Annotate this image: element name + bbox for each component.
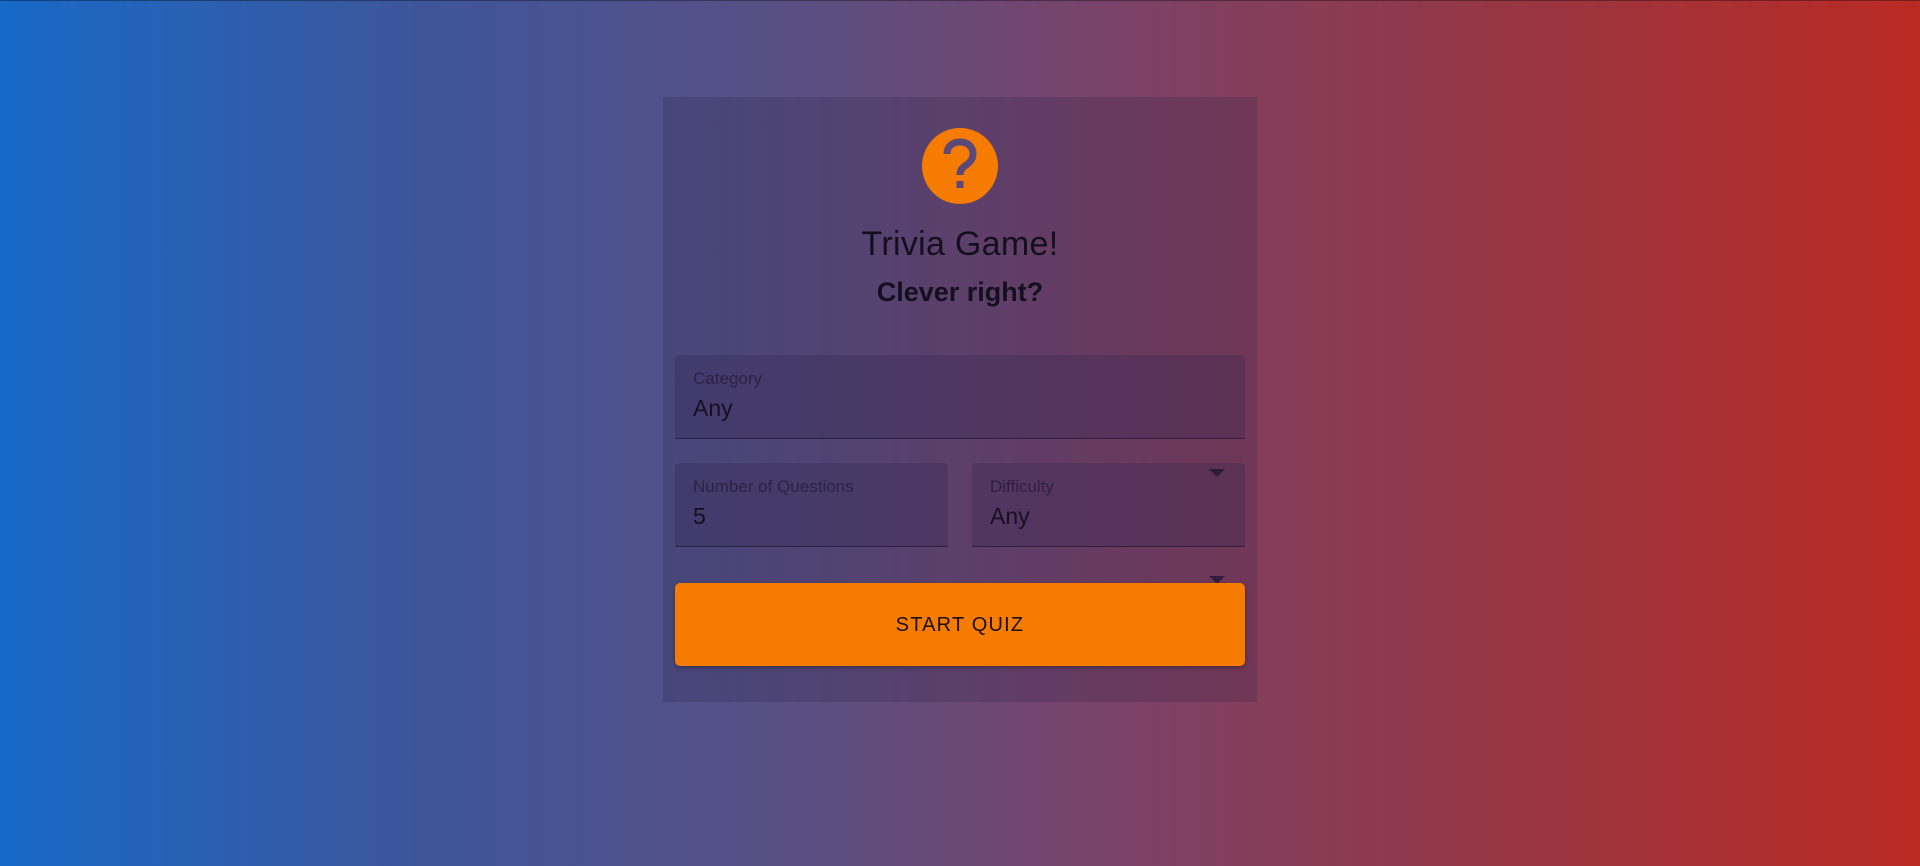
question-mark-icon [922,128,998,204]
start-quiz-button[interactable]: START QUIZ [675,583,1245,666]
page-title: Trivia Game! [861,225,1059,263]
number-of-questions-value: 5 [693,503,706,529]
difficulty-select[interactable]: Difficulty Any [972,463,1245,547]
difficulty-value: Any [990,503,1030,529]
window-top-border [0,0,1920,1]
number-of-questions-field[interactable]: Number of Questions 5 [675,463,948,547]
chevron-down-icon[interactable] [1209,469,1225,477]
category-label: Category [693,369,762,388]
category-value: Any [693,395,733,421]
difficulty-label: Difficulty [990,477,1054,496]
page-subtitle: Clever right? [876,277,1044,307]
category-select[interactable]: Category Any [675,355,1245,439]
number-of-questions-label: Number of Questions [693,477,854,496]
quiz-setup-card: Trivia Game! Clever right? Category Any … [663,97,1257,702]
